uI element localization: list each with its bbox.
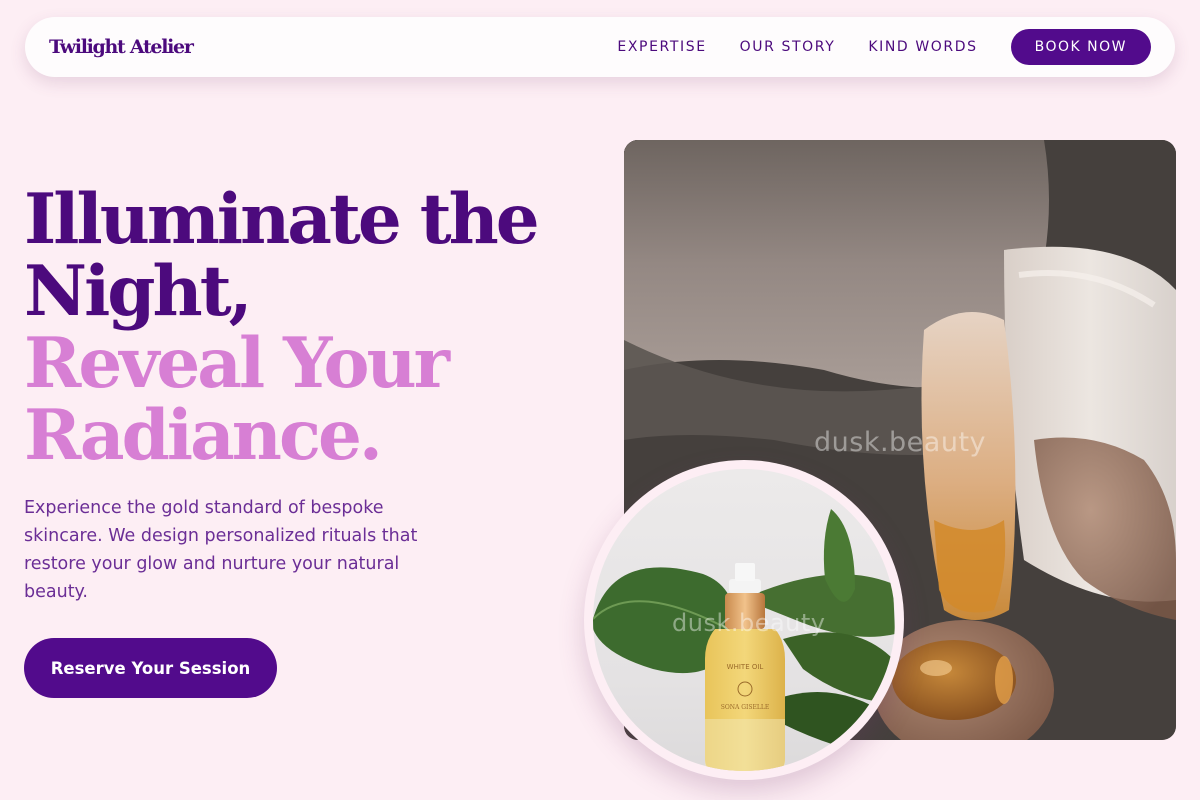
navbar: Twilight Atelier EXPERTISE OUR STORY KIN… (25, 17, 1175, 77)
reserve-session-button[interactable]: Reserve Your Session (24, 638, 277, 698)
hero-headline: Illuminate the Night, Reveal Your Radian… (24, 184, 594, 472)
headline-line-2: Night, (24, 251, 253, 332)
nav-link-expertise[interactable]: EXPERTISE (617, 39, 706, 55)
headline-line-1: Illuminate the (24, 179, 540, 260)
bottle-label-top: WHITE OIL (727, 663, 764, 671)
photo-watermark: dusk.beauty (814, 427, 987, 458)
hero-description: Experience the gold standard of bespoke … (24, 498, 418, 602)
product-photo-frame: WHITE OIL SONA GISELLE dusk.beauty (584, 460, 904, 780)
product-watermark: dusk.beauty (672, 609, 826, 637)
headline-line-4: Radiance. (24, 395, 383, 476)
product-photo-serum: WHITE OIL SONA GISELLE dusk.beauty (593, 469, 895, 771)
headline-line-3: Reveal Your (24, 323, 450, 404)
nav-link-kind-words[interactable]: KIND WORDS (868, 39, 977, 55)
book-now-button[interactable]: BOOK NOW (1010, 29, 1151, 65)
nav-links: EXPERTISE OUR STORY KIND WORDS BOOK NOW (617, 29, 1151, 65)
brand-logo[interactable]: Twilight Atelier (49, 36, 194, 58)
nav-link-our-story[interactable]: OUR STORY (740, 39, 836, 55)
bottle-label-brand: SONA GISELLE (721, 704, 770, 711)
